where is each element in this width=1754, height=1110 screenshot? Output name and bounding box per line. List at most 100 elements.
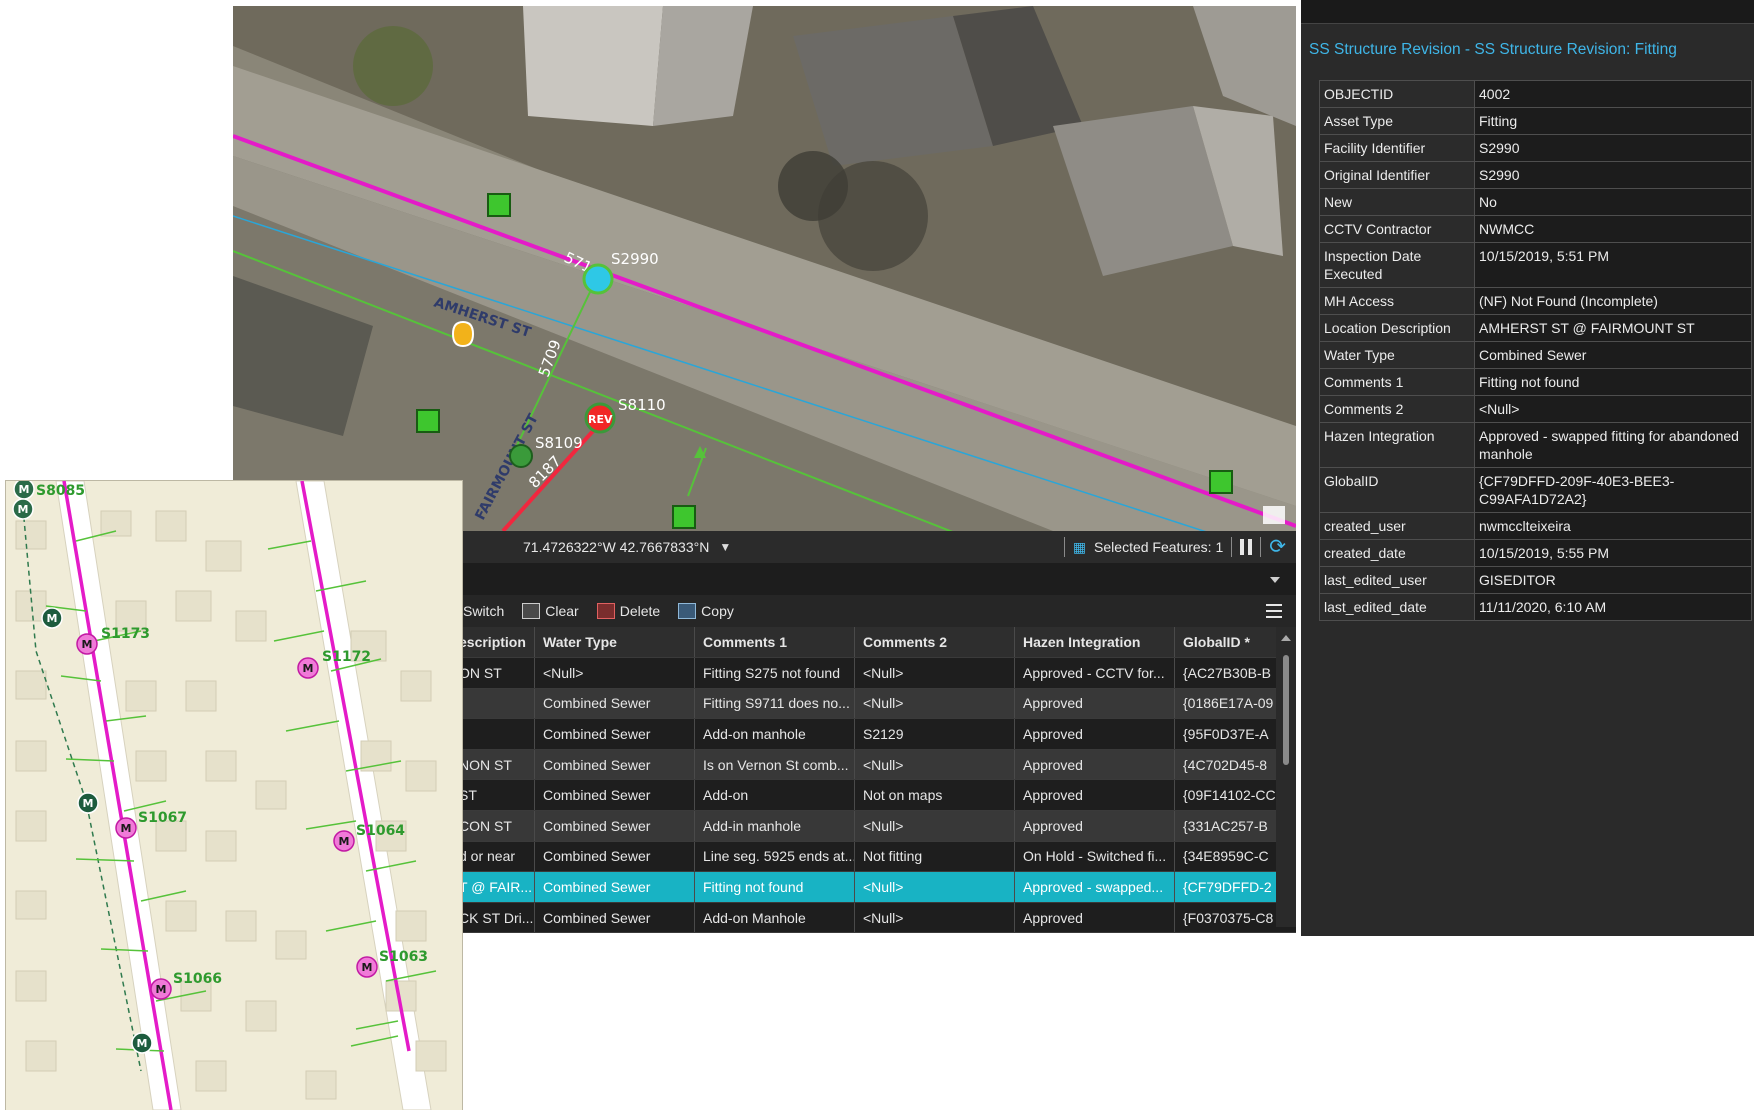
clear-selection-button[interactable]: Clear bbox=[522, 603, 579, 619]
table-cell[interactable]: Approved bbox=[1015, 749, 1175, 780]
table-cell[interactable]: {AC27B30B-B bbox=[1175, 658, 1275, 688]
table-cell[interactable]: Approved bbox=[1015, 688, 1175, 719]
table-cell[interactable]: Line seg. 5925 ends at... bbox=[695, 841, 855, 872]
table-cell[interactable]: On Hold - Switched fi... bbox=[1015, 841, 1175, 872]
cleanout-marker[interactable] bbox=[1209, 470, 1233, 494]
collapse-icon[interactable] bbox=[1270, 577, 1280, 583]
fitting-s8110-marker[interactable]: REV bbox=[584, 402, 616, 434]
attribute-value[interactable]: 10/15/2019, 5:55 PM bbox=[1474, 539, 1752, 567]
table-cell[interactable] bbox=[455, 719, 535, 749]
table-row[interactable]: Combined Sewer Add-on manhole S2129 Approve… bbox=[455, 719, 1296, 750]
attribute-value[interactable]: S2990 bbox=[1474, 134, 1752, 162]
table-cell[interactable]: Fitting S9711 does no... bbox=[695, 688, 855, 719]
table-cell[interactable]: NON ST bbox=[455, 749, 535, 780]
table-cell[interactable]: Not on maps bbox=[855, 780, 1015, 810]
cleanout-marker[interactable] bbox=[672, 505, 696, 529]
table-row[interactable]: NON ST Combined Sewer Is on Vernon St comb… bbox=[455, 749, 1296, 781]
map-tip-icon[interactable] bbox=[1263, 506, 1285, 524]
table-cell[interactable]: Not fitting bbox=[855, 841, 1015, 872]
attribute-value[interactable]: 4002 bbox=[1474, 80, 1752, 108]
table-scrollbar[interactable] bbox=[1276, 627, 1296, 927]
table-cell[interactable]: {95F0D37E-A bbox=[1175, 719, 1275, 749]
column-header[interactable]: Water Type bbox=[535, 627, 695, 657]
table-cell[interactable]: Combined Sewer bbox=[535, 902, 695, 933]
inset-map-view[interactable]: M M M M M M M M M M M S8085 S1173 S1172 … bbox=[6, 481, 462, 1110]
column-header[interactable]: escription bbox=[455, 627, 535, 657]
column-header[interactable]: Comments 2 bbox=[855, 627, 1015, 657]
attribute-value[interactable]: Fitting bbox=[1474, 107, 1752, 135]
table-cell[interactable]: CON ST bbox=[455, 810, 535, 841]
table-cell[interactable]: <Null> bbox=[855, 688, 1015, 719]
scroll-up-icon[interactable] bbox=[1281, 635, 1291, 641]
table-row[interactable]: ON ST <Null> Fitting S275 not found <Null> A… bbox=[455, 658, 1296, 689]
selected-features-count[interactable]: Selected Features: 1 bbox=[1094, 539, 1223, 555]
attribute-value[interactable]: (NF) Not Found (Incomplete) bbox=[1474, 287, 1752, 315]
table-cell[interactable]: ON ST bbox=[455, 658, 535, 688]
table-cell[interactable]: <Null> bbox=[535, 658, 695, 688]
table-cell[interactable]: Approved bbox=[1015, 810, 1175, 841]
table-cell[interactable]: {0186E17A-09 bbox=[1175, 689, 1275, 719]
table-cell[interactable]: Combined Sewer bbox=[535, 749, 695, 780]
table-cell[interactable]: Add-on manhole bbox=[695, 719, 855, 749]
table-cell[interactable]: <Null> bbox=[855, 902, 1015, 933]
attribute-value[interactable]: No bbox=[1474, 188, 1752, 216]
table-cell[interactable]: {F0370375-C8 bbox=[1175, 903, 1275, 933]
table-cell[interactable]: Combined Sewer bbox=[535, 780, 695, 810]
table-cell[interactable]: Fitting S275 not found bbox=[695, 658, 855, 688]
fitting-s8109-marker[interactable] bbox=[509, 444, 533, 468]
attribute-value[interactable]: 10/15/2019, 5:51 PM bbox=[1474, 242, 1752, 288]
table-cell[interactable]: Fitting not found bbox=[695, 872, 855, 902]
table-cell[interactable]: Is on Vernon St comb... bbox=[695, 749, 855, 780]
column-header[interactable]: Comments 1 bbox=[695, 627, 855, 657]
table-cell[interactable]: Approved bbox=[1015, 719, 1175, 749]
table-cell[interactable]: Combined Sewer bbox=[535, 688, 695, 719]
table-cell[interactable]: CK ST Dri... bbox=[455, 902, 535, 933]
copy-button[interactable]: Copy bbox=[678, 603, 734, 619]
cleanout-marker[interactable] bbox=[416, 409, 440, 433]
table-cell[interactable]: {09F14102-CC bbox=[1175, 780, 1275, 810]
table-cell[interactable]: Combined Sewer bbox=[535, 841, 695, 872]
table-cell[interactable]: Approved bbox=[1015, 780, 1175, 810]
table-row[interactable]: CK ST Dri... Combined Sewer Add-on Manhole… bbox=[455, 902, 1296, 934]
table-cell[interactable]: ST bbox=[455, 780, 535, 810]
table-cell[interactable]: Add-on Manhole bbox=[695, 902, 855, 933]
attribute-value[interactable]: Combined Sewer bbox=[1474, 341, 1752, 369]
table-cell[interactable]: <Null> bbox=[855, 872, 1015, 902]
table-row[interactable]: T @ FAIR... Combined Sewer Fitting not fou… bbox=[455, 872, 1296, 903]
refresh-icon[interactable]: ⟳ bbox=[1269, 537, 1286, 557]
table-row[interactable]: ST Combined Sewer Add-on Not on maps Approve… bbox=[455, 780, 1296, 811]
table-cell[interactable]: Approved - CCTV for... bbox=[1015, 658, 1175, 688]
table-cell[interactable]: {34E8959C-C bbox=[1175, 842, 1275, 872]
hydrant-marker[interactable] bbox=[451, 320, 475, 348]
table-cell[interactable]: <Null> bbox=[855, 749, 1015, 780]
attributes-title-link[interactable]: SS Structure Revision - SS Structure Rev… bbox=[1309, 41, 1754, 59]
table-cell[interactable] bbox=[455, 688, 535, 719]
table-cell[interactable]: {CF79DFFD-2 bbox=[1175, 872, 1275, 902]
table-menu-icon[interactable] bbox=[1266, 604, 1282, 618]
column-header[interactable]: GlobalID * bbox=[1175, 627, 1275, 657]
table-cell[interactable]: Combined Sewer bbox=[535, 719, 695, 749]
attribute-value[interactable]: Fitting not found bbox=[1474, 368, 1752, 396]
table-cell[interactable]: d or near bbox=[455, 841, 535, 872]
table-cell[interactable]: Combined Sewer bbox=[535, 810, 695, 841]
table-cell[interactable]: <Null> bbox=[855, 810, 1015, 841]
table-row[interactable]: Combined Sewer Fitting S9711 does no... <N… bbox=[455, 688, 1296, 720]
table-cell[interactable]: <Null> bbox=[855, 658, 1015, 688]
table-cell[interactable]: Add-on bbox=[695, 780, 855, 810]
scrollbar-thumb[interactable] bbox=[1283, 655, 1289, 765]
attribute-value[interactable]: NWMCC bbox=[1474, 215, 1752, 243]
table-row[interactable]: d or near Combined Sewer Line seg. 5925 en… bbox=[455, 841, 1296, 873]
pause-drawing-icon[interactable] bbox=[1240, 539, 1253, 555]
table-cell[interactable]: Combined Sewer bbox=[535, 872, 695, 902]
table-cell[interactable]: S2129 bbox=[855, 719, 1015, 749]
chevron-down-icon[interactable]: ▼ bbox=[719, 540, 731, 554]
attribute-value[interactable]: GISEDITOR bbox=[1474, 566, 1752, 594]
table-cell[interactable]: {331AC257-B bbox=[1175, 811, 1275, 841]
table-cell[interactable]: Add-in manhole bbox=[695, 810, 855, 841]
attribute-value[interactable]: 11/11/2020, 6:10 AM bbox=[1474, 593, 1752, 621]
cleanout-marker[interactable] bbox=[487, 193, 511, 217]
table-cell[interactable]: Approved bbox=[1015, 902, 1175, 933]
table-cell[interactable]: T @ FAIR... bbox=[455, 872, 535, 902]
delete-button[interactable]: Delete bbox=[596, 603, 660, 619]
table-cell[interactable]: Approved - swapped... bbox=[1015, 872, 1175, 902]
